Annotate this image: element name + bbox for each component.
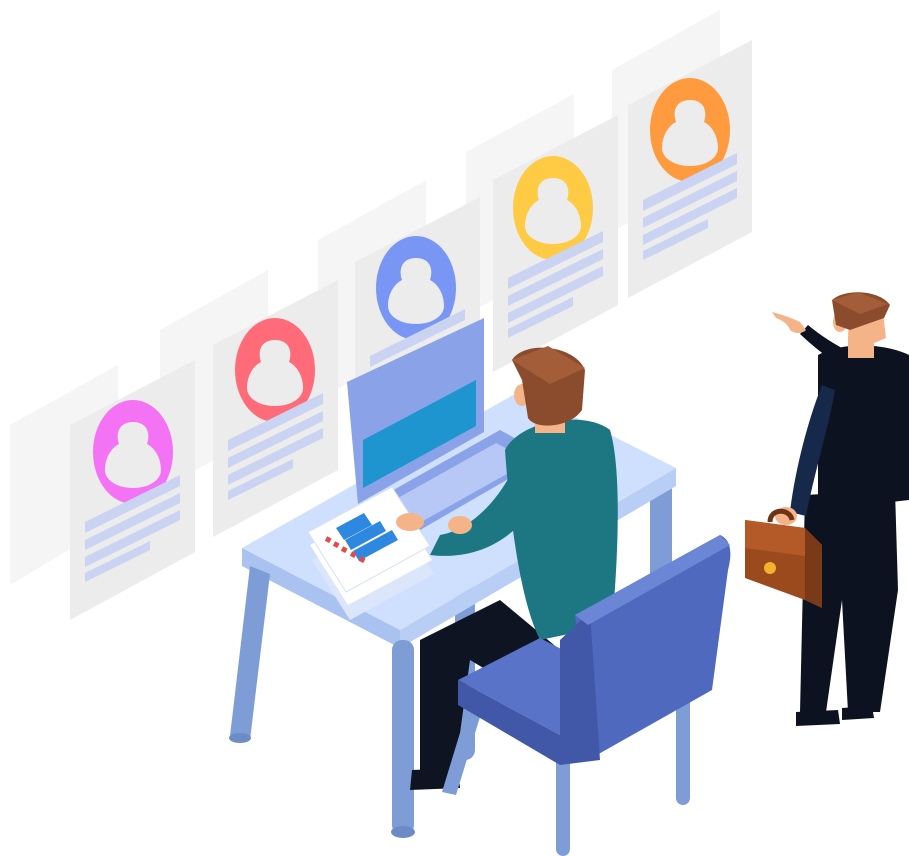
shoe <box>842 706 874 720</box>
briefcase-lock-icon <box>764 562 776 574</box>
shoe <box>796 710 840 726</box>
suit-jacket <box>818 345 909 510</box>
recruitment-illustration <box>10 10 909 856</box>
hand <box>448 516 472 534</box>
desk-leg <box>230 566 270 740</box>
desk-foot <box>391 826 415 838</box>
desk-leg <box>392 640 414 835</box>
pointing-hand <box>772 312 806 333</box>
standing-man <box>745 292 909 726</box>
desk-foot <box>229 733 251 743</box>
hand <box>396 513 424 531</box>
